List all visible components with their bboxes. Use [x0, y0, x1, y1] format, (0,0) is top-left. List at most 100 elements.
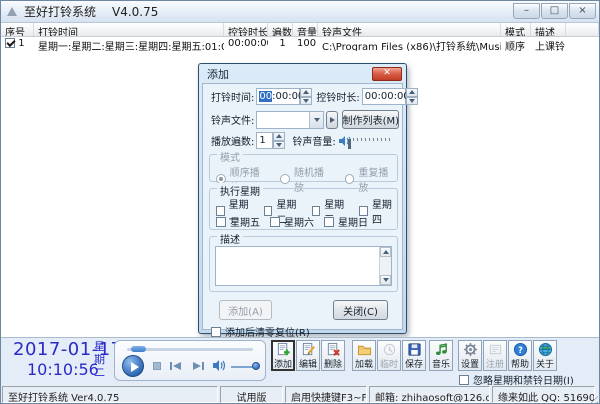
ring-time-field[interactable]: 00:00:00 [256, 88, 300, 105]
column-header-filler [566, 23, 599, 36]
table-row[interactable]: 1 星期一:星期二:星期三:星期四:星期五:01:00:00 00:00:00 … [1, 37, 599, 51]
row-enabled-checkbox[interactable] [5, 38, 15, 48]
description-textarea[interactable] [216, 247, 379, 285]
toolbar-button-delete[interactable]: 删除 [321, 340, 345, 371]
svg-text:?: ? [518, 345, 523, 355]
dropdown-button[interactable] [309, 112, 323, 128]
dialog-titlebar: 添加 ✕ [199, 64, 406, 83]
weekday-checkbox-sat[interactable] [270, 217, 280, 227]
row-ring-time: 星期一:星期二:星期三:星期四:星期五:01:00:00 [34, 37, 224, 51]
spin-down-icon [276, 143, 282, 147]
textarea-scrollbar[interactable] [379, 247, 391, 285]
weekday-checkbox-sun[interactable] [324, 217, 334, 227]
ignore-weekday-checkbox[interactable] [459, 375, 469, 385]
bell-icon [7, 7, 17, 16]
ring-time-spinner[interactable] [300, 88, 312, 105]
playlist-expand-button[interactable] [326, 111, 338, 129]
toolbar-button-about[interactable]: 关于 [533, 340, 557, 371]
weekday-display: 星期二 [94, 340, 108, 379]
add-icon [276, 342, 291, 357]
column-header-duration[interactable]: 控铃时长 [224, 23, 268, 36]
column-header-mode[interactable]: 模式 [501, 23, 531, 36]
maximize-button[interactable]: □ [541, 3, 568, 19]
ring-file-select[interactable] [256, 111, 324, 129]
load-icon [357, 342, 372, 357]
close-button[interactable]: × [569, 3, 596, 19]
scroll-up-icon [383, 250, 389, 254]
dialog-close-button[interactable]: ✕ [372, 67, 402, 81]
scroll-down-button[interactable] [380, 275, 391, 285]
make-list-button[interactable]: 制作列表(M) [342, 110, 399, 129]
volume-thumb[interactable] [252, 362, 260, 370]
radio-random-play[interactable] [280, 174, 290, 184]
play-count-field[interactable]: 1 [256, 132, 273, 149]
status-email: 邮箱: zhihaosoft@126.com [369, 386, 490, 403]
play-button[interactable] [122, 355, 144, 377]
radio-repeat-play[interactable] [345, 174, 355, 184]
reset-after-add-checkbox[interactable] [211, 327, 221, 337]
toolbar-button-edit[interactable]: 编辑 [296, 340, 320, 371]
status-hotkeys: 启用快捷键F3~F12 [285, 386, 367, 403]
seek-thumb[interactable] [131, 346, 146, 352]
duration-spinner[interactable] [406, 88, 418, 105]
stop-button[interactable] [153, 362, 161, 370]
next-button[interactable] [191, 361, 205, 371]
ring-file-label: 铃声文件: [211, 112, 254, 127]
ring-volume-label: 铃声音量: [292, 133, 335, 148]
column-header-seq[interactable]: 序号 [1, 23, 34, 36]
minimize-icon: – [524, 6, 529, 16]
row-duration: 00:00:00 [224, 37, 268, 51]
mode-group-label: 模式 [217, 149, 243, 164]
status-trial-badge: 试用版 [220, 386, 283, 403]
play-count-spinner[interactable] [273, 132, 285, 149]
settings-icon [463, 342, 478, 357]
time-display: 10:10:56 [27, 360, 99, 379]
dialog-add-button[interactable]: 添加(A) [219, 300, 272, 320]
status-qq: 缘来如此 QQ: 516906764 [492, 386, 595, 403]
ring-time-label: 打铃时间: [211, 89, 254, 104]
ring-file-row: 铃声文件: 制作列表(M) [211, 110, 399, 129]
mute-button[interactable] [212, 359, 226, 372]
weekday-group: 执行星期 星期一 星期二 星期三 星期四 星期五 星期六 星期日 [209, 188, 398, 230]
previous-button[interactable] [169, 361, 183, 371]
duration-label: 控铃时长: [316, 89, 359, 104]
spin-up-icon [409, 90, 415, 94]
help-icon: ? [513, 342, 528, 357]
minimize-button[interactable]: – [513, 3, 540, 19]
toolbar-button-register[interactable]: 注册 [483, 340, 507, 371]
duration-field[interactable]: 00:00:00 [362, 88, 406, 105]
description-group: 描述 [209, 236, 398, 292]
status-app-version: 至好打铃系统 Ver4.0.75 [2, 386, 218, 403]
weekday-checkbox-fri[interactable] [216, 217, 226, 227]
list-header: 序号 打铃时间 控铃时长 遍数 音量 铃声文件 模式 描述 [1, 23, 599, 37]
mode-group: 模式 顺序播放 随机播放 重复播放 [209, 154, 398, 182]
app-window: 至好打铃系统 V4.0.75 – □ × 序号 打铃时间 控铃时长 遍数 音量 … [0, 0, 600, 404]
toolbar-button-temp[interactable]: 临时 [377, 340, 401, 371]
dialog-close-action-button[interactable]: 关闭(C) [333, 300, 388, 320]
dialog-body: 打铃时间: 00:00:00 控铃时长: 00:00:00 铃声文件: [202, 83, 403, 330]
toolbar-button-load[interactable]: 加载 [352, 340, 376, 371]
scroll-up-button[interactable] [380, 247, 391, 257]
toolbar-button-settings[interactable]: 设置 [458, 340, 482, 371]
column-header-volume[interactable]: 音量 [293, 23, 318, 36]
description-group-label: 描述 [217, 231, 243, 246]
toolbar-button-music[interactable]: 音乐 [429, 340, 453, 371]
bottom-panel: 2017-01-17 10:10:56 星期二 [1, 337, 599, 385]
column-header-ring-time[interactable]: 打铃时间 [34, 23, 224, 36]
toolbar-button-save[interactable]: 保存 [402, 340, 426, 371]
row-count: 1 [268, 37, 293, 51]
toolbar: 添加 编辑 删除 加载 [271, 340, 558, 371]
column-header-desc[interactable]: 描述 [531, 23, 566, 36]
slider-thumb[interactable] [348, 139, 351, 149]
save-icon [407, 342, 422, 357]
row-seq: 1 [18, 38, 24, 49]
toolbar-button-add[interactable]: 添加 [271, 340, 295, 371]
titlebar: 至好打铃系统 V4.0.75 – □ × [1, 1, 599, 23]
close-icon: ✕ [383, 69, 391, 78]
row-desc: 上课铃 [531, 37, 566, 51]
toolbar-button-help[interactable]: ? 帮助 [508, 340, 532, 371]
column-header-file[interactable]: 铃声文件 [318, 23, 501, 36]
column-header-count[interactable]: 遍数 [268, 23, 293, 36]
app-title: 至好打铃系统 [24, 3, 96, 20]
ring-volume-slider[interactable] [353, 138, 390, 143]
